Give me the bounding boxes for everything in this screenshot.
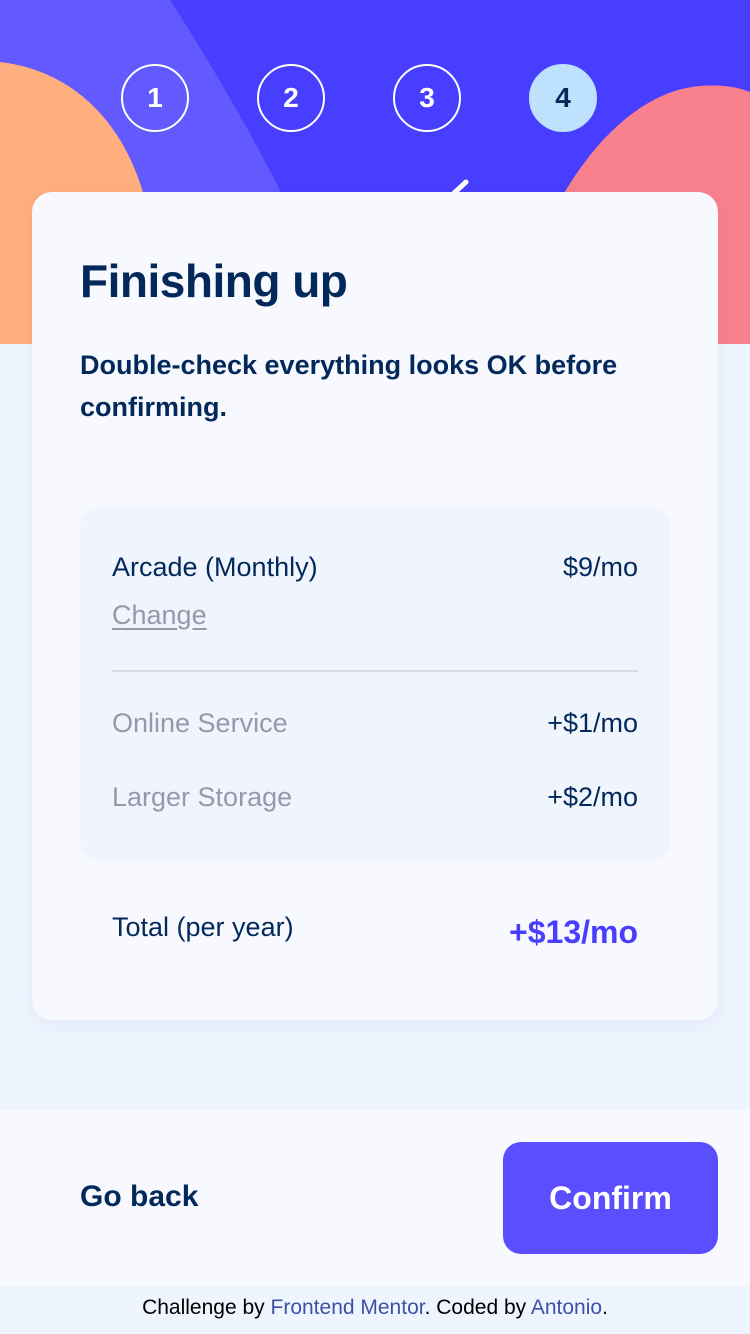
step-3-circle[interactable]: 3 <box>393 64 461 132</box>
frontend-mentor-link[interactable]: Frontend Mentor <box>271 1296 425 1319</box>
step-1-circle[interactable]: 1 <box>121 64 189 132</box>
attribution-prefix: Challenge by <box>142 1296 271 1319</box>
navigation-bar: Go back Confirm <box>0 1110 750 1286</box>
step-indicator: 1 2 3 4 <box>0 64 750 136</box>
go-back-button[interactable]: Go back <box>80 1180 198 1214</box>
attribution: Challenge by Frontend Mentor. Coded by A… <box>0 1296 750 1320</box>
addon-name-online-service: Online Service <box>112 708 288 738</box>
page-subtitle: Double-check everything looks OK before … <box>80 350 618 422</box>
step-2-circle[interactable]: 2 <box>257 64 325 132</box>
attribution-middle: . Coded by <box>424 1296 531 1319</box>
plan-price: $9/mo <box>562 552 638 582</box>
change-plan-link[interactable]: Change <box>112 600 207 631</box>
author-link[interactable]: Antonio <box>531 1296 602 1319</box>
order-summary: Arcade (Monthly) $9/mo Change Online Ser… <box>80 508 670 860</box>
step-4-circle-active[interactable]: 4 <box>529 64 597 132</box>
confirm-button[interactable]: Confirm <box>503 1142 718 1254</box>
addon-name-larger-storage: Larger Storage <box>112 782 293 812</box>
total-price: +$13/mo <box>509 914 638 950</box>
addon-price-online-service: +$1/mo <box>547 708 638 738</box>
page-title: Finishing up <box>80 255 348 307</box>
addon-price-larger-storage: +$2/mo <box>547 782 638 812</box>
plan-name: Arcade (Monthly) <box>112 552 318 582</box>
summary-divider <box>112 670 638 672</box>
attribution-suffix: . <box>602 1296 608 1319</box>
total-label: Total (per year) <box>112 912 294 942</box>
finishing-up-card: Finishing up Double-check everything loo… <box>32 192 718 1020</box>
